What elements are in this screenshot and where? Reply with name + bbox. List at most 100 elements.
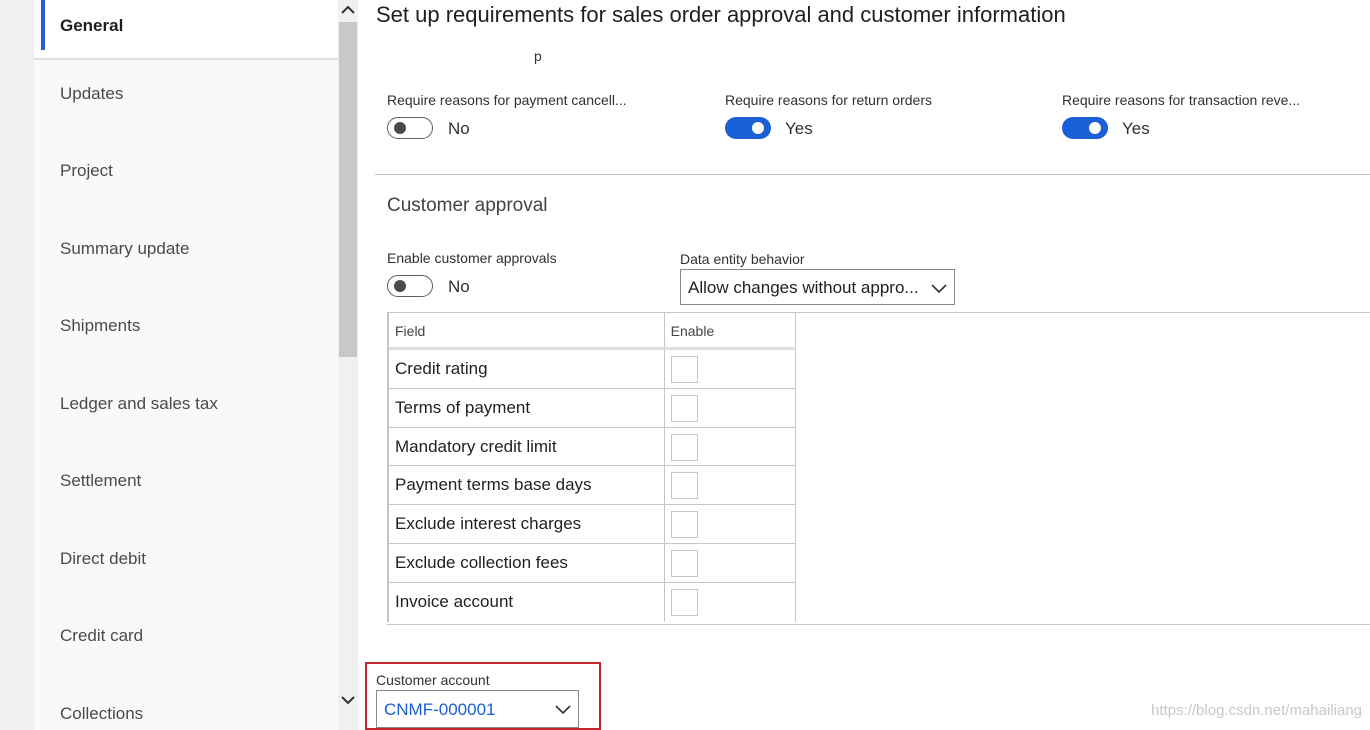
table-row[interactable]: Terms of payment bbox=[389, 388, 796, 428]
field-name: Terms of payment bbox=[395, 397, 531, 417]
field-cell: Payment terms base days bbox=[389, 466, 665, 505]
sidebar-item-label: Shipments bbox=[60, 316, 141, 335]
customer-approval-section-title: Customer approval bbox=[387, 195, 548, 216]
enable-cell bbox=[665, 582, 796, 622]
data-entity-behavior-label: Data entity behavior bbox=[680, 251, 805, 267]
transaction-reversal-reason-toggle[interactable] bbox=[1062, 117, 1108, 139]
enable-checkbox[interactable] bbox=[670, 433, 698, 461]
main-content: Set up requirements for sales order appr… bbox=[358, 0, 1370, 730]
table-row[interactable]: Mandatory credit limit bbox=[389, 427, 796, 467]
payment-cancel-reason-value: No bbox=[448, 119, 470, 138]
sidebar-scrollbar[interactable] bbox=[338, 0, 358, 730]
return-orders-reason-value: Yes bbox=[785, 119, 813, 138]
payment-cancel-reason-toggle[interactable] bbox=[387, 117, 433, 139]
sidebar-item-project[interactable]: Project bbox=[34, 141, 338, 201]
transaction-reversal-reason-value: Yes bbox=[1122, 119, 1150, 138]
enable-checkbox[interactable] bbox=[670, 549, 698, 577]
field-cell: Credit rating bbox=[389, 350, 665, 388]
data-entity-behavior-dropdown[interactable]: Allow changes without appro... bbox=[680, 269, 955, 305]
page-title: Set up requirements for sales order appr… bbox=[376, 2, 1066, 27]
return-orders-reason-label: Require reasons for return orders bbox=[725, 92, 932, 108]
chevron-up-icon bbox=[341, 5, 355, 14]
enable-checkbox[interactable] bbox=[670, 356, 698, 383]
watermark-text: https://blog.csdn.net/mahailiang bbox=[1151, 702, 1362, 719]
sidebar-item-label: Settlement bbox=[60, 471, 142, 490]
enable-customer-approvals-label: Enable customer approvals bbox=[387, 250, 557, 266]
sidebar-item-collections[interactable]: Collections bbox=[34, 684, 338, 730]
toggle-knob bbox=[394, 121, 406, 134]
column-header-enable[interactable]: Enable bbox=[665, 312, 796, 347]
field-cell: Terms of payment bbox=[389, 388, 665, 427]
clipped-heading-fragment: p bbox=[534, 48, 542, 64]
chevron-down-icon bbox=[931, 284, 947, 294]
transaction-reversal-reason-label: Require reasons for transaction reve... bbox=[1062, 92, 1301, 108]
field-name: Exclude collection fees bbox=[395, 552, 568, 572]
sidebar-item-updates[interactable]: Updates bbox=[34, 64, 338, 124]
field-name: Credit rating bbox=[395, 359, 488, 378]
field-cell: Exclude interest charges bbox=[389, 505, 665, 543]
enable-customer-approvals-value: No bbox=[448, 277, 470, 296]
sidebar-item-label: General bbox=[60, 16, 124, 35]
payment-cancel-reason-label: Require reasons for payment cancell... bbox=[387, 92, 627, 108]
toggle-knob bbox=[1089, 122, 1101, 134]
table-row[interactable]: Invoice account bbox=[389, 582, 796, 622]
field-name: Mandatory credit limit bbox=[395, 436, 557, 456]
scroll-up-button[interactable] bbox=[338, 0, 358, 20]
customer-account-highlight: Customer account CNMF-000001 bbox=[365, 662, 601, 730]
field-cell: Exclude collection fees bbox=[389, 543, 665, 582]
field-name: Payment terms base days bbox=[395, 475, 592, 495]
field-cell: Invoice account bbox=[389, 582, 665, 622]
table-row[interactable]: Exclude interest charges bbox=[389, 505, 796, 544]
enable-cell bbox=[665, 543, 796, 582]
sidebar-item-credit-card[interactable]: Credit card bbox=[34, 606, 338, 666]
return-orders-reason-toggle[interactable] bbox=[725, 117, 771, 139]
sidebar-item-direct-debit[interactable]: Direct debit bbox=[34, 529, 338, 589]
left-gutter bbox=[0, 0, 34, 730]
table-row[interactable]: Payment terms base days bbox=[389, 466, 796, 506]
scroll-thumb[interactable] bbox=[339, 22, 357, 357]
sidebar-item-label: Project bbox=[60, 161, 113, 180]
enable-cell bbox=[665, 466, 796, 505]
enable-checkbox[interactable] bbox=[670, 394, 698, 422]
column-header-field[interactable]: Field bbox=[389, 312, 665, 347]
enable-cell bbox=[665, 505, 796, 543]
toggle-knob bbox=[752, 122, 764, 134]
section-divider bbox=[375, 174, 1370, 175]
enable-cell bbox=[665, 388, 796, 427]
enable-checkbox[interactable] bbox=[670, 472, 698, 500]
customer-account-label: Customer account bbox=[376, 672, 490, 688]
sidebar-item-label: Updates bbox=[60, 84, 124, 103]
sidebar-item-label: Ledger and sales tax bbox=[60, 394, 218, 413]
sidebar-item-settlement[interactable]: Settlement bbox=[34, 451, 338, 511]
toggle-knob bbox=[394, 279, 406, 292]
column-header-label: Field bbox=[395, 323, 426, 339]
scroll-down-button[interactable] bbox=[338, 690, 358, 710]
customer-account-value: CNMF-000001 bbox=[384, 700, 496, 719]
sidebar-item-ledger-and-sales-tax[interactable]: Ledger and sales tax bbox=[34, 374, 338, 434]
sidebar: General Updates Project Summary update S… bbox=[34, 0, 338, 730]
customer-account-dropdown[interactable]: CNMF-000001 bbox=[376, 690, 579, 728]
sidebar-item-label: Credit card bbox=[60, 626, 144, 645]
enable-checkbox[interactable] bbox=[670, 588, 698, 616]
enable-checkbox[interactable] bbox=[670, 511, 698, 539]
enable-cell bbox=[665, 350, 796, 388]
approval-fields-grid: Field Enable Credit rating Terms of paym… bbox=[387, 312, 796, 622]
sidebar-item-summary-update[interactable]: Summary update bbox=[34, 219, 338, 279]
table-row[interactable]: Exclude collection fees bbox=[389, 543, 796, 583]
data-entity-behavior-value: Allow changes without appro... bbox=[688, 278, 919, 297]
field-name: Exclude interest charges bbox=[395, 514, 582, 534]
column-header-label: Enable bbox=[670, 323, 715, 339]
sidebar-item-label: Direct debit bbox=[60, 549, 146, 568]
chevron-down-icon bbox=[341, 696, 355, 705]
table-row[interactable]: Credit rating bbox=[389, 350, 796, 389]
sidebar-item-label: Collections bbox=[60, 704, 144, 723]
field-cell: Mandatory credit limit bbox=[389, 427, 665, 466]
sidebar-item-label: Summary update bbox=[60, 239, 190, 258]
enable-customer-approvals-toggle[interactable] bbox=[387, 275, 433, 297]
sidebar-item-general[interactable]: General bbox=[34, 0, 338, 60]
field-name: Invoice account bbox=[395, 591, 514, 611]
sidebar-item-shipments[interactable]: Shipments bbox=[34, 296, 338, 356]
enable-cell bbox=[665, 427, 796, 466]
chevron-down-icon bbox=[555, 705, 571, 715]
grid-header: Field Enable bbox=[389, 312, 796, 350]
